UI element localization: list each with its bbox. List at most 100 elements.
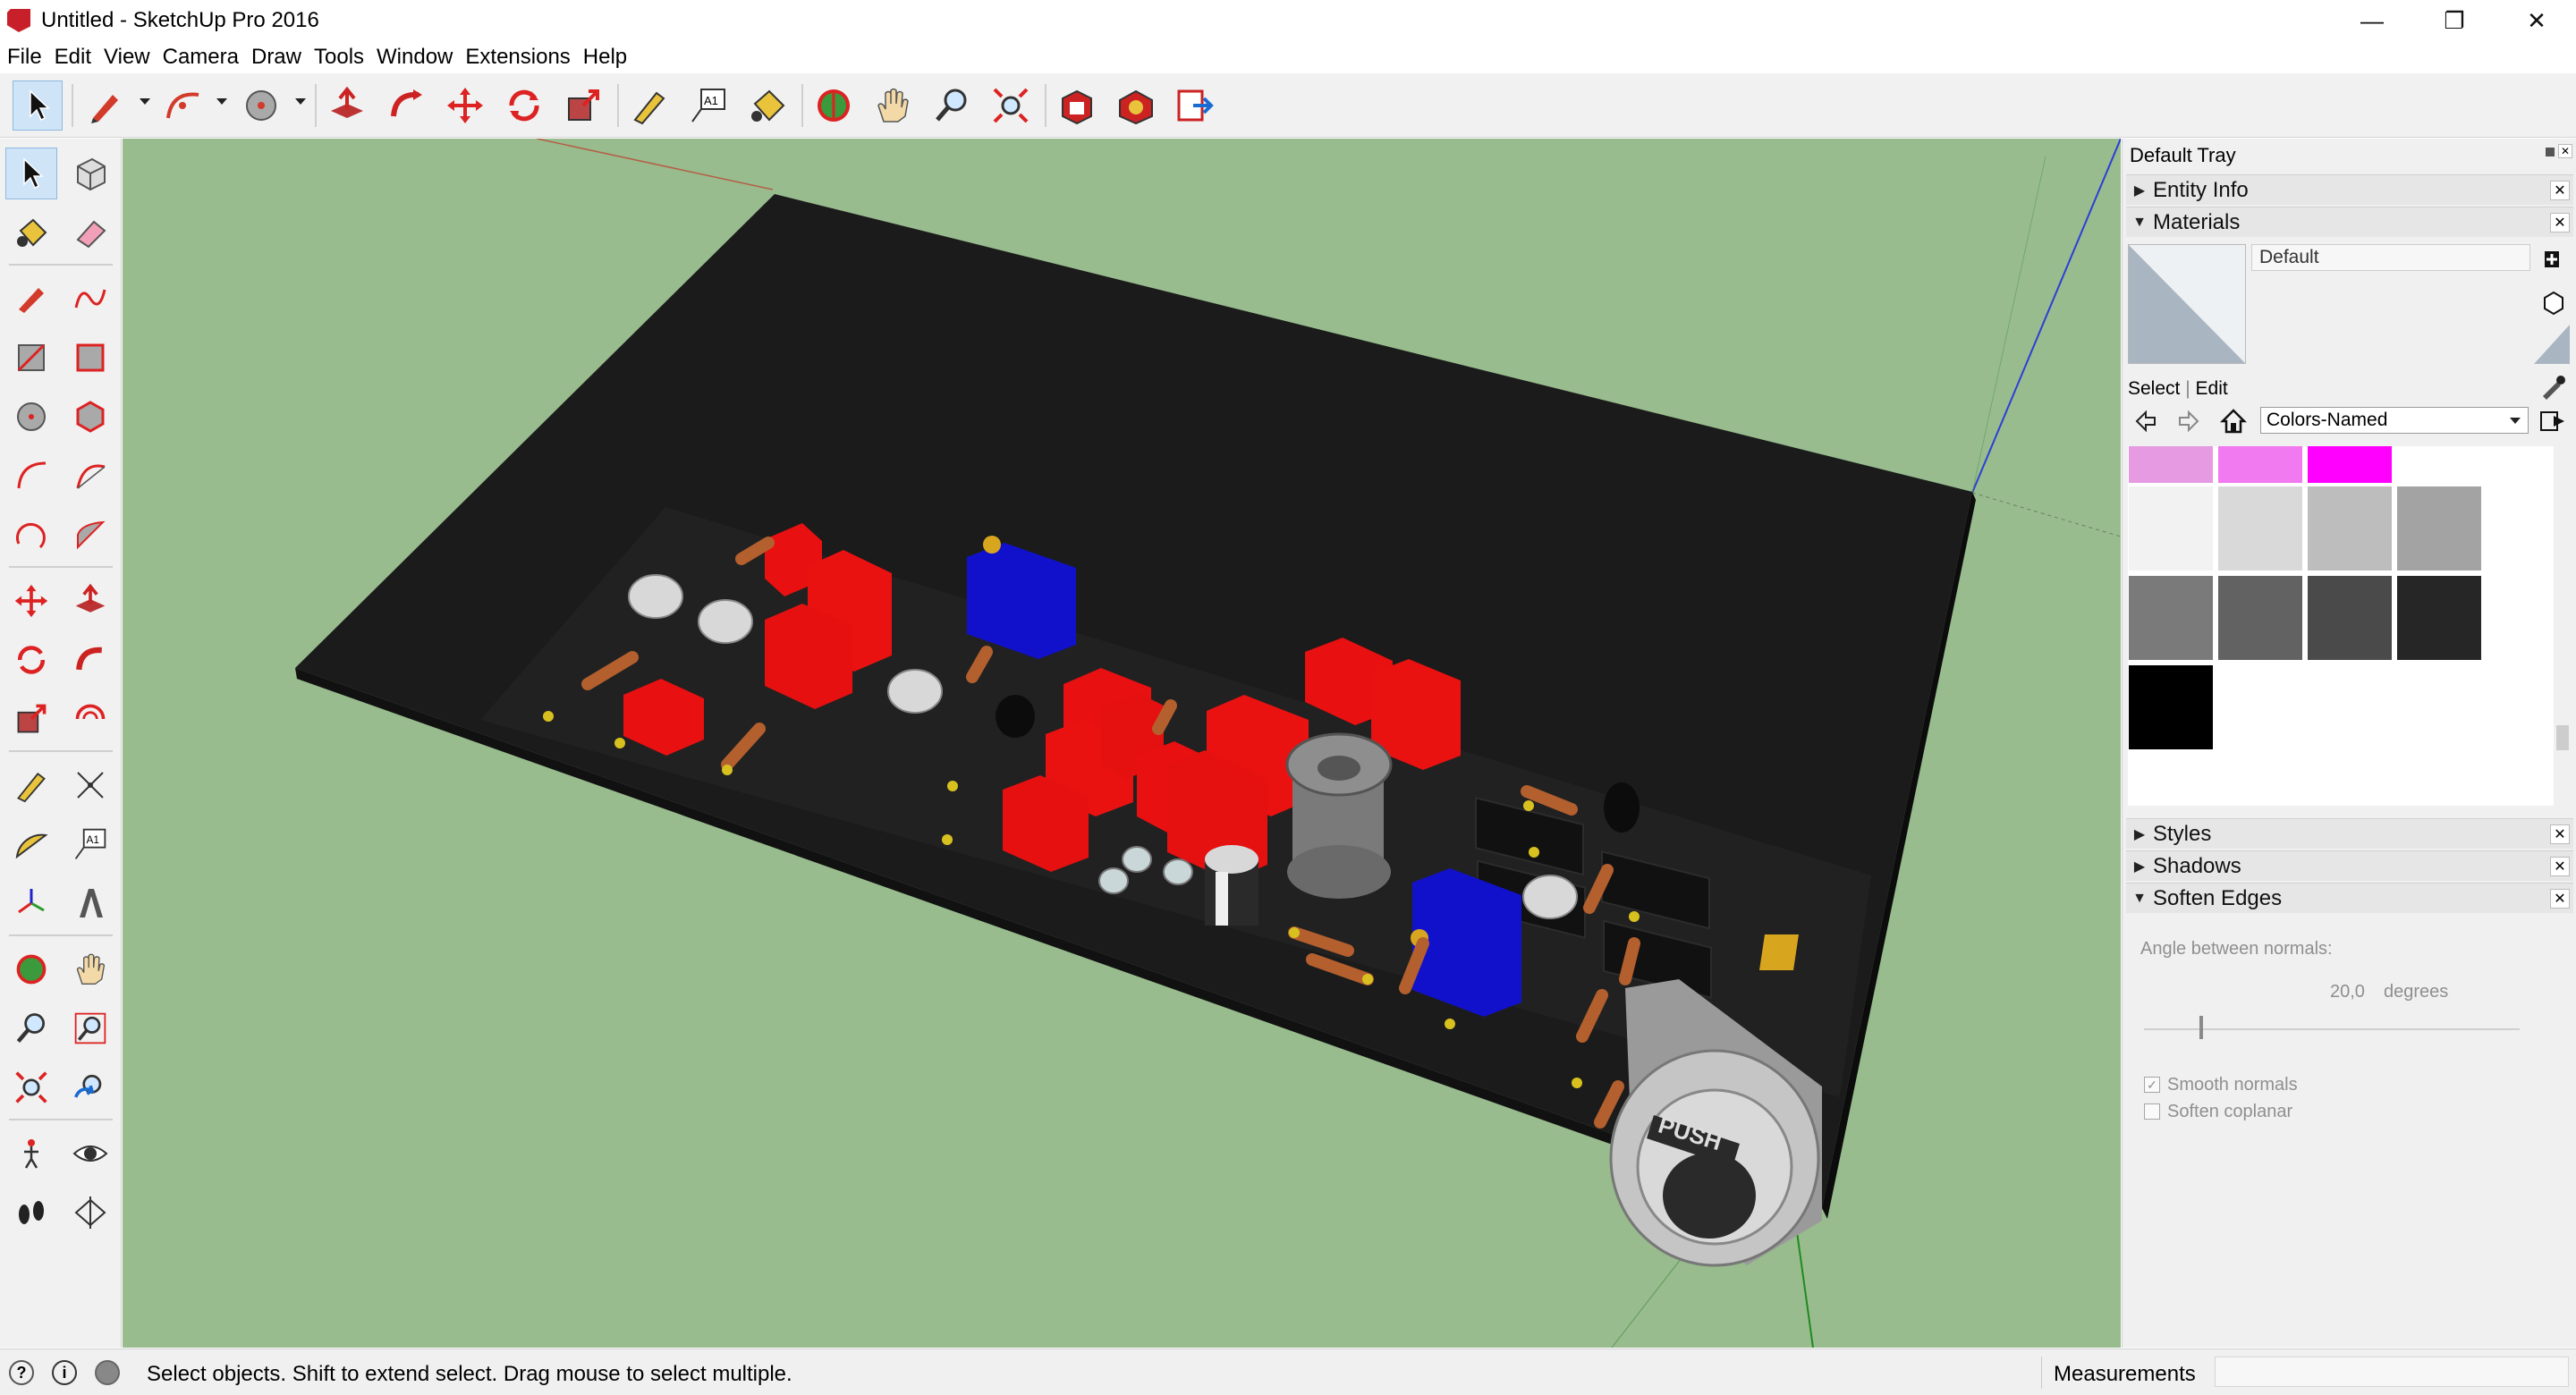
close-icon[interactable]: ✕: [2550, 824, 2570, 844]
back-button[interactable]: [2133, 409, 2158, 434]
text-tool-button[interactable]: A1: [64, 818, 116, 870]
3d-warehouse-button[interactable]: [1052, 80, 1102, 131]
arc-tool-button[interactable]: [157, 80, 208, 131]
close-icon[interactable]: ✕: [2550, 212, 2570, 232]
tape-measure-tool-button[interactable]: [5, 759, 57, 811]
info-icon[interactable]: i: [52, 1360, 77, 1385]
material-swatch[interactable]: [2396, 486, 2482, 571]
paint-bucket-tool-button[interactable]: [5, 207, 57, 258]
shadows-panel-header[interactable]: ▶ Shadows ✕: [2126, 850, 2573, 881]
rotate-tool-button[interactable]: [5, 634, 57, 686]
menu-camera[interactable]: Camera: [156, 45, 244, 70]
menu-help[interactable]: Help: [576, 45, 632, 70]
rotated-rectangle-tool-button[interactable]: [64, 332, 116, 384]
soften-coplanar-checkbox[interactable]: [2144, 1103, 2160, 1120]
material-swatch[interactable]: [2128, 575, 2214, 661]
zoom-tool-button[interactable]: [927, 80, 977, 131]
dimension-tool-button[interactable]: [64, 759, 116, 811]
material-swatch[interactable]: [2396, 575, 2482, 661]
pencil-tool-button[interactable]: [80, 80, 131, 131]
styles-panel-header[interactable]: ▶ Styles ✕: [2126, 818, 2573, 849]
look-around-tool-button[interactable]: [64, 1128, 116, 1179]
text-tool-button[interactable]: A1: [683, 80, 733, 131]
component-tool-button[interactable]: [64, 148, 116, 199]
follow-me-tool-button[interactable]: [64, 634, 116, 686]
menu-edit[interactable]: Edit: [47, 45, 97, 70]
menu-draw[interactable]: Draw: [244, 45, 307, 70]
move-tool-button[interactable]: [5, 575, 57, 627]
zoom-tool-button[interactable]: [5, 1002, 57, 1054]
close-icon[interactable]: ✕: [2550, 888, 2570, 909]
orbit-tool-button[interactable]: [5, 943, 57, 995]
arc-tool-button[interactable]: [5, 450, 57, 502]
orbit-tool-button[interactable]: [809, 80, 859, 131]
polygon-tool-button[interactable]: [64, 391, 116, 443]
create-material-button[interactable]: [2543, 246, 2563, 269]
forward-button[interactable]: [2176, 409, 2201, 434]
tab-edit[interactable]: Edit: [2196, 378, 2228, 399]
follow-me-tool-button[interactable]: [381, 80, 431, 131]
material-swatch[interactable]: [2307, 446, 2393, 484]
menu-tools[interactable]: Tools: [307, 45, 369, 70]
material-swatch[interactable]: [2217, 486, 2303, 571]
extension-warehouse-button[interactable]: [1111, 80, 1161, 131]
material-swatch[interactable]: [2396, 446, 2482, 484]
zoom-extents-tool-button[interactable]: [986, 80, 1036, 131]
tray-close-button[interactable]: ✕: [2558, 144, 2572, 158]
previous-view-tool-button[interactable]: [64, 1061, 116, 1113]
tab-select[interactable]: Select: [2128, 378, 2180, 399]
pie-tool-button[interactable]: [64, 509, 116, 561]
material-collection-select[interactable]: Colors-Named: [2260, 407, 2529, 434]
zoom-extents-tool-button[interactable]: [5, 1061, 57, 1113]
menu-file[interactable]: File: [0, 45, 47, 70]
display-secondary-pane-button[interactable]: [2534, 325, 2570, 364]
section-plane-tool-button[interactable]: [64, 1187, 116, 1239]
paint-bucket-tool-button[interactable]: [742, 80, 792, 131]
materials-panel-header[interactable]: ▼ Materials ✕: [2126, 207, 2573, 237]
measurements-input[interactable]: [2215, 1357, 2569, 1387]
material-swatch[interactable]: [2128, 446, 2214, 484]
tape-measure-tool-button[interactable]: [624, 80, 674, 131]
home-button[interactable]: [2219, 407, 2248, 435]
model-viewport[interactable]: PUSH: [123, 139, 2121, 1348]
walk-tool-button[interactable]: [5, 1187, 57, 1239]
menu-window[interactable]: Window: [369, 45, 458, 70]
material-swatch[interactable]: [2217, 575, 2303, 661]
scrollbar-thumb[interactable]: [2556, 725, 2569, 750]
details-button[interactable]: [2539, 409, 2566, 434]
menu-view[interactable]: View: [97, 45, 156, 70]
zoom-window-tool-button[interactable]: [64, 1002, 116, 1054]
pin-icon[interactable]: [2546, 148, 2555, 156]
menu-extensions[interactable]: Extensions: [458, 45, 575, 70]
material-swatch[interactable]: [2307, 575, 2393, 661]
minimize-button[interactable]: —: [2331, 0, 2413, 41]
two-point-arc-tool-button[interactable]: [64, 450, 116, 502]
sample-material-button[interactable]: [2539, 289, 2566, 316]
push-pull-tool-button[interactable]: [64, 575, 116, 627]
entity-info-panel-header[interactable]: ▶ Entity Info ✕: [2126, 174, 2573, 205]
position-camera-tool-button[interactable]: [5, 1128, 57, 1179]
material-swatch[interactable]: [2128, 664, 2214, 750]
line-tool-button[interactable]: [5, 273, 57, 325]
3d-text-tool-button[interactable]: [64, 877, 116, 929]
protractor-tool-button[interactable]: [5, 818, 57, 870]
material-swatch[interactable]: [2128, 486, 2214, 571]
eraser-tool-button[interactable]: [64, 207, 116, 258]
swatch-scrollbar[interactable]: [2554, 446, 2572, 806]
push-pull-tool-button[interactable]: [322, 80, 372, 131]
angle-slider-thumb[interactable]: [2199, 1016, 2203, 1039]
material-swatch[interactable]: [2307, 486, 2393, 571]
select-tool-button[interactable]: [5, 148, 57, 199]
send-to-layout-button[interactable]: [1170, 80, 1220, 131]
geo-location-icon[interactable]: ?: [9, 1360, 34, 1385]
material-swatch[interactable]: [2217, 446, 2303, 484]
offset-tool-button[interactable]: [64, 693, 116, 745]
close-window-button[interactable]: ✕: [2496, 0, 2576, 41]
rectangle-tool-button[interactable]: [5, 332, 57, 384]
circle-tool-button[interactable]: [5, 391, 57, 443]
user-account-icon[interactable]: [95, 1360, 120, 1385]
scale-tool-button[interactable]: [5, 693, 57, 745]
restore-button[interactable]: ❐: [2413, 0, 2496, 41]
scale-tool-button[interactable]: [558, 80, 608, 131]
move-tool-button[interactable]: [440, 80, 490, 131]
